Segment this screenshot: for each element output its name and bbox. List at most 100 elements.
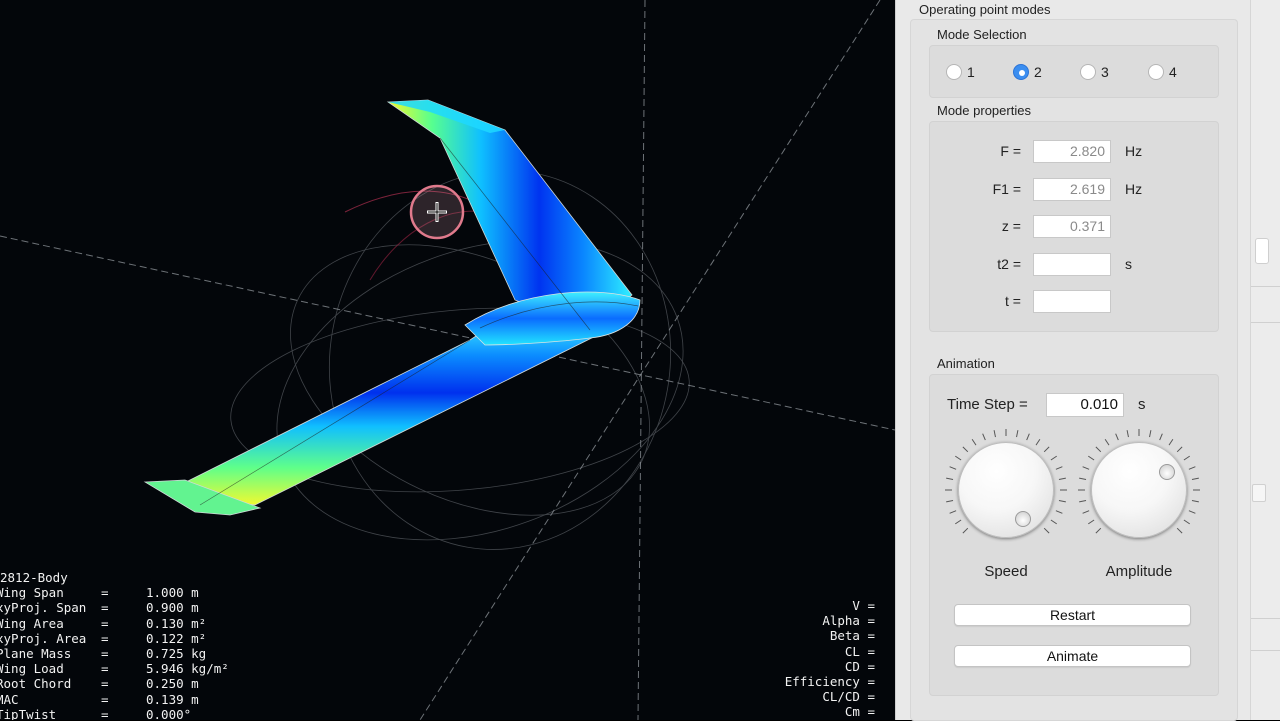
edge-field[interactable] xyxy=(1255,238,1269,264)
knob-tick xyxy=(1082,510,1090,514)
knob-tick xyxy=(1115,433,1119,441)
f-label: F = xyxy=(1000,143,1021,159)
property-equals: = xyxy=(101,676,109,692)
amplitude-label: Amplitude xyxy=(1105,563,1173,580)
result-row: Efficiency = xyxy=(784,674,875,690)
knob-tick xyxy=(1183,519,1190,525)
mode-radio-4[interactable]: 4 xyxy=(1148,64,1177,80)
knob-tick xyxy=(1191,477,1199,480)
property-value: 0.139 m xyxy=(146,691,199,707)
property-equals: = xyxy=(101,630,109,646)
property-equals: = xyxy=(101,691,109,707)
plane-properties: 2812-Body Wing Span = 1.000 m xyProj. Span = 0… xyxy=(0,570,258,720)
amplitude-knob-indicator xyxy=(1159,464,1175,480)
property-value: 0.900 m xyxy=(146,600,199,616)
property-row: Plane Mass = 0.725 kg xyxy=(0,646,258,661)
knob-tick xyxy=(1176,446,1183,453)
knob-tick xyxy=(1104,439,1110,446)
knob-tick xyxy=(1058,500,1066,503)
property-value: 0.725 kg xyxy=(146,646,207,662)
knob-tick xyxy=(993,430,996,438)
property-name: Root Chord xyxy=(0,676,72,692)
f1-field[interactable]: 2.619 xyxy=(1033,178,1111,201)
plane-name: 2812-Body xyxy=(0,570,68,585)
time-step-field[interactable]: 0.010 xyxy=(1046,393,1124,417)
property-name: MAC xyxy=(0,691,19,707)
result-row: CD = xyxy=(844,658,875,674)
knob-tick xyxy=(1055,466,1063,470)
result-row: CL = xyxy=(844,643,875,659)
radio-indicator xyxy=(1013,64,1029,80)
property-value: 0.000° xyxy=(146,706,192,720)
panel-title: Operating point modes xyxy=(919,2,1051,17)
speed-knob-indicator xyxy=(1015,511,1031,527)
knob-tick xyxy=(982,433,986,441)
result-row: Cm = xyxy=(844,704,875,720)
knob-tick xyxy=(946,500,954,503)
property-name: TipTwist xyxy=(0,706,57,720)
edge-slider-thumb[interactable] xyxy=(1252,484,1266,502)
edge-divider xyxy=(1251,618,1280,619)
knob-tick xyxy=(949,466,957,470)
knob-tick xyxy=(1188,466,1196,470)
mode-selection-label: Mode Selection xyxy=(937,27,1027,42)
speed-label: Speed xyxy=(984,563,1028,580)
property-value: 0.122 m² xyxy=(146,630,207,646)
t2-label: t2 = xyxy=(997,256,1021,272)
mode-radio-2[interactable]: 2 xyxy=(1013,64,1042,80)
knob-tick xyxy=(949,510,957,514)
speed-knob[interactable] xyxy=(958,442,1054,538)
time-step-unit: s xyxy=(1138,396,1146,413)
property-equals: = xyxy=(101,585,109,601)
f-unit: Hz xyxy=(1125,143,1143,159)
property-row: xyProj. Span = 0.900 m xyxy=(0,600,258,615)
radio-label: 1 xyxy=(967,64,975,80)
t2-field[interactable] xyxy=(1033,253,1111,276)
property-value: 1.000 m xyxy=(146,585,199,601)
knob-tick xyxy=(1026,433,1030,441)
result-row: Beta = xyxy=(829,628,875,644)
property-value: 5.946 kg/m² xyxy=(146,661,229,677)
knob-tick xyxy=(962,527,969,534)
3d-viewport[interactable]: 2812-Body Wing Span = 1.000 m xyProj. Span = 0… xyxy=(0,0,895,720)
knob-tick xyxy=(946,477,954,480)
property-row: Root Chord = 0.250 m xyxy=(0,676,258,691)
knob-tick xyxy=(1058,477,1066,480)
property-row: TipTwist = 0.000° xyxy=(0,707,258,720)
knob-tick xyxy=(1043,527,1050,534)
mode-radio-3[interactable]: 3 xyxy=(1080,64,1109,80)
t-label: t = xyxy=(1005,293,1021,309)
knob-tick xyxy=(1191,500,1199,503)
time-step-label: Time Step = xyxy=(947,396,1028,413)
property-name: Wing Span xyxy=(0,585,64,601)
property-row: Wing Span = 1.000 m xyxy=(0,585,258,600)
knob-tick xyxy=(1050,519,1057,525)
knob-tick xyxy=(1082,466,1090,470)
t-field[interactable] xyxy=(1033,290,1111,313)
property-name: xyProj. Area xyxy=(0,630,87,646)
knob-tick xyxy=(1055,510,1063,514)
knob-tick xyxy=(955,519,962,525)
property-value: 0.250 m xyxy=(146,676,199,692)
knob-tick xyxy=(1188,510,1196,514)
knob-tick xyxy=(1050,455,1057,461)
amplitude-knob[interactable] xyxy=(1091,442,1187,538)
animation-label: Animation xyxy=(937,356,995,371)
property-equals: = xyxy=(101,661,109,677)
z-label: z = xyxy=(1001,218,1021,234)
side-panel-edge xyxy=(1250,0,1280,720)
z-field[interactable]: 0.371 xyxy=(1033,215,1111,238)
knob-tick xyxy=(1176,527,1183,534)
knob-tick xyxy=(1168,439,1174,446)
f-field[interactable]: 2.820 xyxy=(1033,140,1111,163)
knob-tick xyxy=(1095,527,1102,534)
restart-button[interactable]: Restart xyxy=(954,604,1191,626)
knob-tick xyxy=(1016,430,1019,438)
knob-tick xyxy=(1088,519,1095,525)
animate-button[interactable]: Animate xyxy=(954,645,1191,667)
f1-label: F1 = xyxy=(992,181,1021,197)
knob-tick xyxy=(1126,430,1129,438)
property-name: Wing Load xyxy=(0,661,64,677)
property-equals: = xyxy=(101,706,109,720)
mode-radio-1[interactable]: 1 xyxy=(946,64,975,80)
